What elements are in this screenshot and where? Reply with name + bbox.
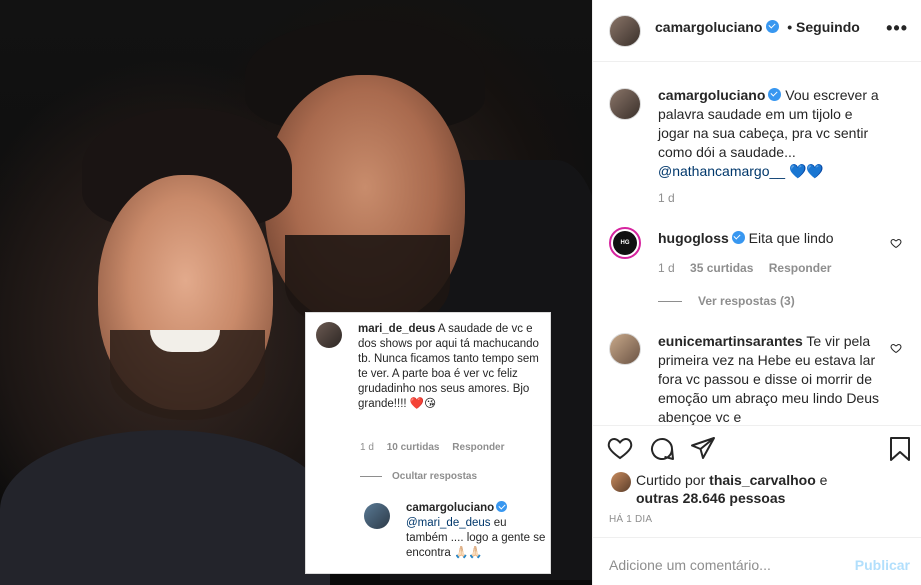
hugogloss-logo-icon: HG <box>613 231 637 255</box>
comments-list: camargoluciano Vou escrever a palavra sa… <box>593 63 921 425</box>
liker-avatar <box>611 472 631 492</box>
overlay-reply-username: camargoluciano <box>406 502 495 514</box>
overlay-comment-time: 1 d <box>360 442 374 453</box>
save-bookmark-icon[interactable] <box>889 436 911 462</box>
embedded-comment-screenshot: mari_de_deus A saudade de vc e dos shows… <box>305 312 551 574</box>
overlay-comment-text: A saudade de vc e dos shows por aqui tá … <box>358 323 539 410</box>
more-options-icon[interactable]: ••• <box>886 18 908 39</box>
liked-by-text: Curtido por thais_carvalhoo e <box>636 471 911 489</box>
add-comment-bar: Publicar <box>593 537 921 585</box>
comment-meta: 1 d 35 curtidas Responder <box>658 261 831 275</box>
overlay-comment-reply: Responder <box>452 442 505 453</box>
post-time[interactable]: HÁ 1 DIA <box>609 514 652 525</box>
comment-input[interactable] <box>609 557 839 573</box>
overlay-comment-likes: 10 curtidas <box>386 442 440 453</box>
overlay-reply-emoji: 🙏🏻🙏🏻 <box>453 547 483 559</box>
liked-others[interactable]: outras 28.646 pessoas <box>636 490 785 506</box>
caption-avatar[interactable] <box>609 88 641 120</box>
overlay-comment-username: mari_de_deus <box>358 323 436 335</box>
caption: camargoluciano Vou escrever a palavra sa… <box>658 86 886 181</box>
post-header: camargoluciano • Seguindo ••• <box>593 0 921 62</box>
caption-username[interactable]: camargoluciano <box>658 87 765 103</box>
post-actions <box>593 425 921 469</box>
publish-button[interactable]: Publicar <box>855 557 910 573</box>
header-username[interactable]: camargoluciano <box>655 19 762 35</box>
comment-reply-button[interactable]: Responder <box>769 261 832 275</box>
comment-eunice: eunicemartinsarantes Te vir pela primeir… <box>658 332 886 425</box>
overlay-reply-mention: @mari_de_deus <box>406 517 491 529</box>
verified-badge-icon <box>731 231 745 244</box>
liked-by: Curtido por thais_carvalhoo e outras 28.… <box>611 471 911 507</box>
overlay-comment-avatar <box>316 322 342 348</box>
comment-username[interactable]: hugogloss <box>658 230 729 246</box>
caption-emoji: 💙💙 <box>788 163 824 179</box>
caption-mention[interactable]: @nathancamargo__ <box>658 163 785 179</box>
comment-hugogloss: hugogloss Eita que lindo <box>658 229 886 248</box>
overlay-comment-meta: 1 d 10 curtidas Responder <box>360 442 505 453</box>
overlay-reply-avatar <box>364 503 390 529</box>
post-side-panel: camargoluciano • Seguindo ••• camargoluc… <box>592 0 921 585</box>
view-replies[interactable]: Ver respostas (3) <box>658 294 795 308</box>
overlay-comment-emoji: ❤️😘 <box>409 398 437 410</box>
photo-smile <box>150 330 220 352</box>
verified-badge-icon <box>766 20 780 33</box>
overlay-hide-replies-label: Ocultar respostas <box>392 471 478 482</box>
comment-like-heart-icon[interactable] <box>890 342 902 354</box>
comment-time: 1 d <box>658 261 675 275</box>
hugogloss-avatar[interactable]: HG <box>609 227 641 259</box>
photo-shirt <box>0 430 330 585</box>
liked-conj: e <box>819 472 828 488</box>
share-paper-plane-icon[interactable] <box>690 436 716 460</box>
verified-badge-icon <box>768 88 782 101</box>
like-heart-icon[interactable] <box>607 436 633 460</box>
liked-user[interactable]: thais_carvalhoo <box>709 472 816 488</box>
overlay-divider-line <box>360 475 382 477</box>
comment-likes[interactable]: 35 curtidas <box>690 261 753 275</box>
post-photo[interactable]: mari_de_deus A saudade de vc e dos shows… <box>0 0 592 585</box>
comment-username[interactable]: eunicemartinsarantes <box>658 333 803 349</box>
header-user-line: camargoluciano • Seguindo <box>655 19 860 35</box>
comment-like-heart-icon[interactable] <box>890 237 902 249</box>
overlay-reply: camargoluciano @mari_de_deus eu também .… <box>406 501 548 561</box>
replies-divider-line <box>658 301 682 303</box>
author-avatar[interactable] <box>609 15 641 47</box>
view-replies-label[interactable]: Ver respostas (3) <box>698 294 795 308</box>
liked-prefix: Curtido por <box>636 472 706 488</box>
verified-badge-icon <box>496 501 508 512</box>
follow-state[interactable]: • Seguindo <box>787 19 860 35</box>
overlay-comment: mari_de_deus A saudade de vc e dos shows… <box>358 322 546 412</box>
eunice-avatar[interactable] <box>609 333 641 365</box>
comment-bubble-icon[interactable] <box>649 436 675 462</box>
liked-others-line: outras 28.646 pessoas <box>636 489 911 507</box>
overlay-hide-replies: Ocultar respostas <box>360 471 477 482</box>
comment-text: Eita que lindo <box>748 230 834 246</box>
caption-time: 1 d <box>658 191 675 205</box>
